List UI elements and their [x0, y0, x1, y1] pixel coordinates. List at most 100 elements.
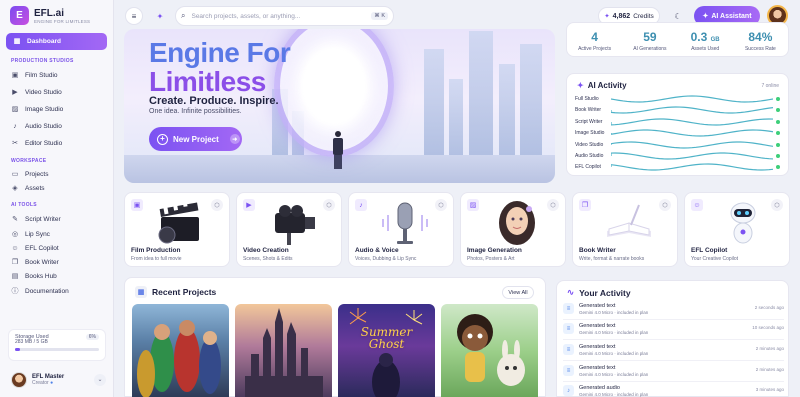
activity-item[interactable]: ≡ Generated text Gemini 4.0 Micro · includ…: [563, 343, 784, 361]
activity-row: Image Studio: [575, 128, 780, 138]
text-doc-icon: ≡: [563, 365, 574, 376]
sidebar-item-video-studio[interactable]: ▶ Video Studio: [11, 88, 61, 96]
cube-icon[interactable]: ⬡: [435, 199, 447, 211]
sparkle-button[interactable]: ✦: [151, 7, 169, 25]
online-dot-icon: [776, 108, 780, 113]
stat-value: 4: [591, 30, 598, 44]
your-activity-title: ∿ Your Activity: [567, 287, 631, 298]
activity-title: Generated text: [579, 323, 616, 329]
sidebar-item-label: Script Writer: [25, 215, 61, 223]
view-all-button[interactable]: View All: [502, 286, 534, 299]
tool-card-video-creation[interactable]: ▶ ⬡ Video Creation Scenes, Shots & Edits: [236, 192, 342, 267]
recent-projects-card: ▦ Recent Projects View All Summer Ghost: [124, 277, 546, 397]
tool-desc: Your Creative Copilot: [691, 256, 739, 262]
user-profile[interactable]: EFL Master Creator ● ⌄: [8, 367, 106, 392]
cube-icon[interactable]: ⬡: [211, 199, 223, 211]
stat-label: AI Generations: [633, 46, 667, 52]
tool-desc: Write, format & narrate books: [579, 256, 645, 262]
sidebar-item-script-writer[interactable]: ✎ Script Writer: [11, 215, 61, 223]
hero-tagline: One idea. Infinite possibilities.: [149, 108, 242, 115]
sidebar-item-label: Editor Studio: [25, 139, 63, 147]
brand-logo[interactable]: E EFL.ai ENGINE FOR LIMITLESS: [10, 6, 90, 25]
activity-item[interactable]: ≡ Generated text Gemini 4.0 Micro · includ…: [563, 364, 784, 382]
hero-title-line2: Limitless: [149, 66, 266, 97]
activity-row-label: Video Studio: [575, 141, 604, 148]
tool-card-film-production[interactable]: ▣ ⬡ Film Production From idea to full mov…: [124, 192, 230, 267]
sidebar-item-books-hub[interactable]: ▤ Books Hub: [11, 272, 57, 280]
tool-card-image-generation[interactable]: ▨ ⬡ Image Generation Photos, Posters & Ar…: [460, 192, 566, 267]
sidebar-item-dashboard[interactable]: ▦ Dashboard: [6, 33, 107, 50]
activity-item[interactable]: ≡ Generated text Gemini 4.0 Micro · includ…: [563, 322, 784, 340]
tool-name: Film Production: [131, 247, 181, 254]
cube-icon[interactable]: ⬡: [547, 199, 559, 211]
activity-row-label: Script Writer: [575, 118, 603, 125]
sidebar-item-assets[interactable]: ◈ Assets: [11, 184, 44, 192]
activity-sub: Gemini 4.0 Micro · included in plan: [579, 351, 649, 356]
cube-icon[interactable]: ⬡: [659, 199, 671, 211]
sidebar-item-editor-studio[interactable]: ✂ Editor Studio: [11, 139, 62, 147]
verified-icon: ●: [50, 379, 54, 386]
heroes-artwork: [137, 320, 221, 397]
storage-usage: 283 MB / 5 GB: [15, 339, 48, 345]
activity-sub: Gemini 4.0 Micro · included in plan: [579, 330, 649, 335]
cartoon-girl-artwork: [457, 314, 525, 386]
castle-artwork: [245, 308, 323, 397]
arrow-right-icon: ➜: [229, 134, 240, 144]
audio-icon: ♪: [13, 122, 17, 130]
chevron-down-icon[interactable]: ⌄: [94, 373, 106, 386]
project-thumbnail[interactable]: [441, 304, 538, 397]
recent-projects-title: ▦ Recent Projects: [135, 286, 216, 298]
activity-time: 2 minutes ago: [755, 346, 784, 351]
hero-building: [520, 44, 542, 159]
clapperboard-illustration: [158, 199, 199, 244]
search-input[interactable]: [191, 12, 366, 20]
cube-icon[interactable]: ⬡: [771, 199, 783, 211]
cube-icon[interactable]: ⬡: [323, 199, 335, 211]
sidebar-item-lip-sync[interactable]: ◎ Lip Sync: [11, 230, 50, 238]
menu-toggle-button[interactable]: ≡: [125, 7, 143, 25]
camera-illustration: [275, 205, 315, 245]
activity-wave: [611, 163, 773, 171]
avatar: [11, 371, 27, 388]
activity-title: Generated text: [579, 365, 616, 371]
tools-row: ▣ ⬡ Film Production From idea to full mov…: [124, 192, 790, 267]
activity-sub: Gemini 4.0 Micro · included in plan: [579, 372, 649, 377]
tool-desc: From idea to full movie: [131, 256, 182, 262]
sidebar-item-image-studio[interactable]: ▨ Image Studio: [11, 105, 64, 113]
project-thumbnail[interactable]: [132, 304, 229, 397]
activity-item[interactable]: ♪ Generated audio Gemini 4.0 Micro · inclu…: [563, 384, 784, 397]
activity-title: Generated audio: [579, 385, 620, 391]
tool-card-audio-voice[interactable]: ♪ ⬡ Audio & Voice Voices, Dubbing & Lip S…: [348, 192, 454, 267]
activity-sub: Gemini 4.0 Micro · included in plan: [579, 392, 649, 397]
sidebar-item-documentation[interactable]: ⓘ Documentation: [11, 287, 69, 295]
sidebar-item-film-studio[interactable]: ▣ Film Studio: [11, 71, 58, 79]
tool-card-book-writer[interactable]: ❐ ⬡ Book Writer Write, format & narrate b…: [572, 192, 678, 267]
sidebar-item-efl-copilot[interactable]: ☺ EFL Copilot: [11, 244, 58, 252]
hero-title: Engine For Limitless: [149, 38, 291, 97]
activity-wave: [611, 129, 773, 137]
sidebar-item-projects[interactable]: ▭ Projects: [11, 170, 49, 178]
search-bar[interactable]: ⌕ ⌘ K: [175, 6, 394, 26]
sidebar-item-label: Image Studio: [25, 105, 64, 113]
activity-sub: Gemini 4.0 Micro · included in plan: [579, 310, 649, 315]
text-doc-icon: ≡: [563, 344, 574, 355]
tool-name: Audio & Voice: [355, 247, 399, 254]
sidebar-item-book-writer[interactable]: ❐ Book Writer: [11, 258, 59, 266]
hero-banner: Engine For Limitless Create. Produce. In…: [124, 29, 555, 183]
sidebar-item-audio-studio[interactable]: ♪ Audio Studio: [11, 122, 62, 130]
project-thumbnail[interactable]: [235, 304, 332, 397]
sparkle-icon: ✦: [702, 13, 709, 20]
hero-building: [424, 49, 444, 159]
new-project-button[interactable]: + New Project ➜: [149, 127, 242, 151]
film-icon: ▣: [11, 71, 19, 79]
online-dot-icon: [776, 131, 780, 136]
text-doc-icon: ≡: [563, 303, 574, 314]
tool-card-efl-copilot[interactable]: ☺ ⬡ EFL Copilot Your Creative Copilot: [684, 192, 790, 267]
activity-row: Audio Studio: [575, 151, 780, 161]
sidebar-item-label: Book Writer: [25, 258, 59, 266]
project-thumbnail[interactable]: Summer Ghost: [338, 304, 435, 397]
sidebar-item-label: Lip Sync: [25, 230, 50, 238]
activity-item[interactable]: ≡ Generated text Gemini 4.0 Micro · includ…: [563, 302, 784, 320]
activity-row: Video Studio: [575, 140, 780, 150]
activity-row: Script Writer: [575, 117, 780, 127]
